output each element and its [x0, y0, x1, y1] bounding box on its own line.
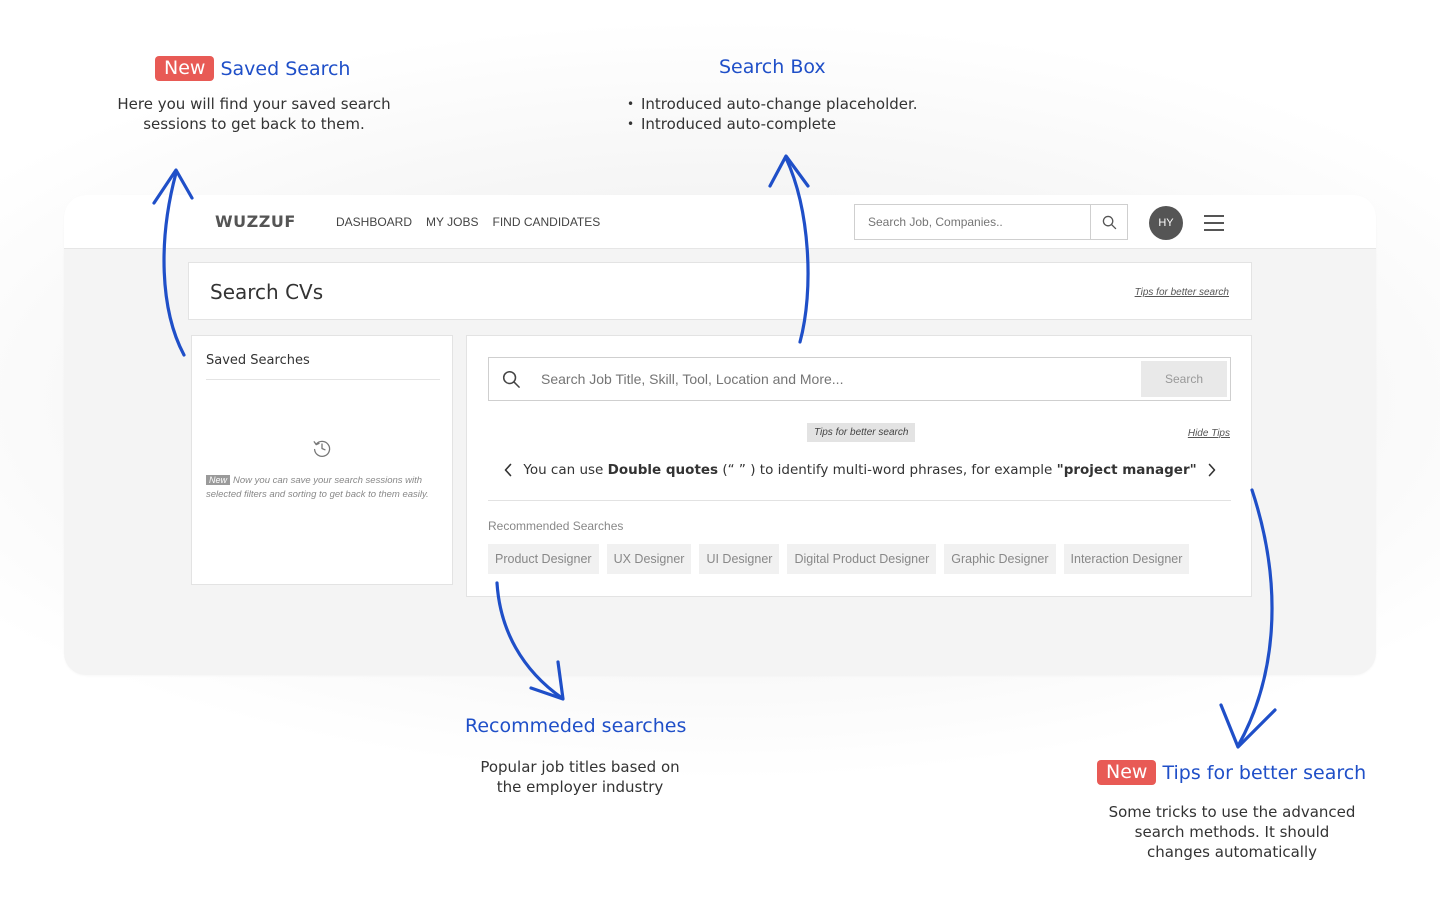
bullet-item: Introduced auto-change placeholder.	[627, 94, 918, 114]
saved-searches-panel: Saved Searches New Now you can save your …	[191, 335, 453, 585]
chip-digital-product-designer[interactable]: Digital Product Designer	[787, 544, 937, 574]
saved-searches-title: Saved Searches	[206, 353, 310, 368]
saved-search-annotation-desc: Here you will find your saved search ses…	[104, 94, 404, 134]
cv-search-input[interactable]	[533, 371, 1141, 387]
arrowhead-tips	[1219, 703, 1277, 749]
chip-ui-designer[interactable]: UI Designer	[699, 544, 780, 574]
next-tip-button[interactable]	[1201, 459, 1223, 481]
history-icon	[313, 440, 331, 458]
hamburger-menu-icon[interactable]	[1204, 215, 1224, 231]
search-box-heading: Search Box	[719, 56, 826, 78]
page-title: Search CVs	[210, 280, 324, 304]
top-navbar: WUZZUF DASHBOARD MY JOBS FIND CANDIDATES…	[64, 195, 1376, 249]
nav-my-jobs[interactable]: MY JOBS	[426, 215, 478, 229]
saved-search-heading: Saved Search	[220, 57, 351, 80]
tips-for-better-search-link[interactable]: Tips for better search	[1135, 287, 1229, 298]
new-badge: New	[1097, 760, 1157, 785]
recommended-searches-label: Recommended Searches	[488, 519, 624, 533]
bullet-item: Introduced auto-complete	[627, 114, 918, 134]
desc-line: changes automatically	[1146, 843, 1318, 861]
tip-carousel: You can use Double quotes (“ ” ) to iden…	[497, 456, 1223, 484]
nav-dashboard[interactable]: DASHBOARD	[336, 215, 412, 229]
search-icon	[502, 370, 520, 388]
desc-line: Here you will find your saved search	[117, 95, 391, 113]
tip-bold: "project manager"	[1056, 462, 1197, 478]
top-search-box	[854, 204, 1128, 240]
recommended-annotation-desc: Popular job titles based on the employer…	[440, 757, 720, 797]
recommended-annotation-title: Recommeded searches	[465, 715, 686, 737]
desc-line: search methods. It should	[1134, 823, 1330, 841]
saved-searches-empty-note: New Now you can save your search sessions…	[206, 473, 444, 502]
wuzzuf-logo[interactable]: WUZZUF	[215, 212, 296, 231]
chip-graphic-designer[interactable]: Graphic Designer	[944, 544, 1056, 574]
new-badge-small: New	[206, 475, 231, 485]
search-main-panel: Search Tips for better search Hide Tips …	[466, 335, 1252, 597]
chip-interaction-designer[interactable]: Interaction Designer	[1063, 544, 1190, 574]
tips-annotation-desc: Some tricks to use the advanced search m…	[1082, 802, 1382, 862]
new-badge: New	[155, 56, 215, 81]
chip-ux-designer[interactable]: UX Designer	[606, 544, 692, 574]
search-button[interactable]: Search	[1141, 361, 1227, 397]
tip-text: You can use Double quotes (“ ” ) to iden…	[523, 462, 1196, 478]
previous-tip-button[interactable]	[497, 459, 519, 481]
desc-line: Some tricks to use the advanced	[1108, 803, 1356, 821]
desc-line: Popular job titles based on	[480, 758, 680, 776]
tips-pill-label: Tips for better search	[807, 423, 916, 442]
chip-product-designer[interactable]: Product Designer	[488, 544, 599, 574]
search-box-annotation-title: Search Box	[719, 56, 826, 78]
avatar[interactable]: HY	[1149, 206, 1183, 240]
page-header-card: Search CVs Tips for better search	[188, 262, 1252, 320]
tip-bold: Double quotes	[607, 462, 719, 478]
stage: New Saved Search Here you will find your…	[0, 0, 1440, 909]
saved-search-annotation-title: New Saved Search	[155, 56, 350, 81]
desc-line: sessions to get back to them.	[143, 115, 365, 133]
recommended-chips: Product Designer UX Designer UI Designer…	[488, 544, 1190, 574]
divider	[488, 500, 1231, 501]
app-window: WUZZUF DASHBOARD MY JOBS FIND CANDIDATES…	[64, 195, 1376, 675]
chevron-left-icon	[504, 463, 512, 477]
main-nav: DASHBOARD MY JOBS FIND CANDIDATES	[336, 215, 600, 229]
recommended-heading: Recommeded searches	[465, 715, 687, 737]
hide-tips-link[interactable]: Hide Tips	[1188, 428, 1230, 439]
desc-line: the employer industry	[496, 778, 664, 796]
divider	[206, 379, 440, 380]
search-icon	[1102, 215, 1116, 229]
chevron-right-icon	[1208, 463, 1216, 477]
arrowhead-search-box	[768, 154, 810, 188]
search-icon-wrap	[489, 370, 533, 389]
tips-annotation-title: New Tips for better search	[1097, 760, 1366, 785]
search-box-annotation-list: Introduced auto-change placeholder. Intr…	[627, 94, 918, 134]
cv-search-box: Search	[488, 357, 1231, 401]
tip-part: You can use	[523, 462, 608, 478]
tips-heading: Tips for better search	[1162, 761, 1367, 784]
tip-part: (“ ” ) to identify multi-word phrases, f…	[718, 462, 1057, 478]
top-search-input[interactable]	[855, 205, 1090, 239]
saved-note-text: Now you can save your search sessions wi…	[206, 475, 429, 500]
nav-find-candidates[interactable]: FIND CANDIDATES	[492, 215, 600, 229]
top-search-button[interactable]	[1090, 205, 1127, 239]
